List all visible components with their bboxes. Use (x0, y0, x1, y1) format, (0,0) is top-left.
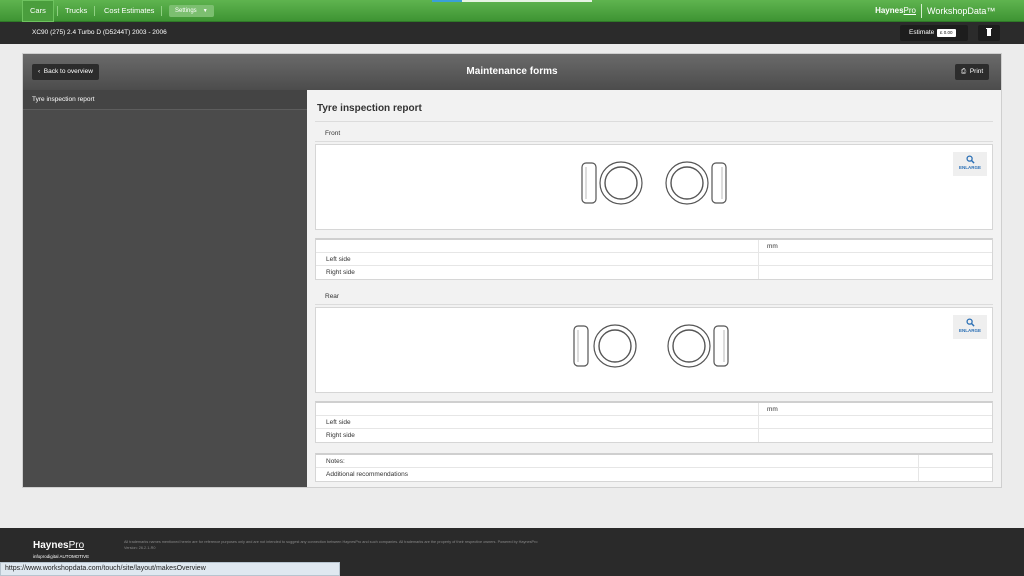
trash-icon (986, 28, 992, 36)
footer-legal: All trademarks names mentioned herein ar… (124, 539, 684, 551)
rear-tyres-image (573, 324, 729, 368)
print-label: Print (969, 68, 984, 75)
rear-measurements-table: mm Left side Right side (315, 401, 993, 443)
table-row: Left side (316, 253, 992, 266)
notes-table: Notes: Additional recommendations (315, 453, 993, 482)
vehicle-title: XC90 (275) 2.4 Turbo D (D5244T) 2003 - 2… (32, 29, 167, 36)
notes-row: Notes: (316, 455, 992, 468)
page-title: Maintenance forms (466, 66, 558, 77)
nav-divider (161, 6, 162, 16)
maintenance-panel: Maintenance forms ‹ Back to overview ⎙ P… (22, 53, 1002, 488)
loading-bar (432, 0, 592, 2)
sidebar: Tyre inspection report (23, 90, 307, 487)
nav-divider (94, 6, 95, 16)
front-tyres-image (581, 161, 727, 205)
row-label: Left side (326, 419, 351, 426)
front-tyre-diagram: ENLARGE (315, 144, 993, 230)
front-enlarge-button[interactable]: ENLARGE (953, 152, 987, 176)
brand-divider (921, 4, 922, 18)
divider (315, 121, 993, 122)
row-label: Right side (326, 269, 355, 276)
trash-button[interactable] (978, 25, 1000, 41)
estimate-label: Estimate (909, 29, 935, 36)
version-text: Version: 26.2.1-R0 (124, 546, 156, 550)
unit-header: mm (758, 240, 994, 252)
footer-logo: HaynesPro (33, 540, 84, 551)
recommendations-row: Additional recommendations (316, 468, 992, 481)
recommendations-field[interactable] (918, 468, 994, 481)
panel-header: Maintenance forms ‹ Back to overview ⎙ P… (23, 54, 1001, 90)
sidebar-item-tyre-inspection[interactable]: Tyre inspection report (23, 90, 307, 110)
browser-status-url: https://www.workshopdata.com/touch/site/… (0, 562, 340, 576)
table-row: Right side (316, 429, 992, 442)
rear-right-mm-field[interactable] (758, 429, 994, 442)
magnifier-icon (965, 318, 975, 327)
table-header-row: mm (316, 403, 992, 416)
brand-pro: Pro (903, 6, 916, 15)
front-section-label: Front (315, 126, 993, 142)
back-label: Back to overview (43, 68, 93, 75)
table-header-row: mm (316, 240, 992, 253)
table-row: Left side (316, 416, 992, 429)
enlarge-label: ENLARGE (958, 328, 981, 333)
product-name: WorkshopData™ (927, 6, 996, 16)
magnifier-icon (965, 155, 975, 164)
tab-cars[interactable]: Cars (22, 0, 54, 22)
rear-enlarge-button[interactable]: ENLARGE (953, 315, 987, 339)
row-label: Left side (326, 256, 351, 263)
rear-tyre-diagram: ENLARGE (315, 307, 993, 393)
print-button[interactable]: ⎙ Print (955, 64, 990, 80)
printer-icon: ⎙ (961, 68, 967, 75)
footer-subbrand: infoprodigital AUTOMOTIVE (33, 554, 90, 559)
front-right-mm-field[interactable] (758, 266, 994, 279)
table-row: Right side (316, 266, 992, 279)
sidebar-item-label: Tyre inspection report (32, 96, 95, 103)
estimate-value: £ 0.00 (937, 29, 956, 37)
front-left-mm-field[interactable] (758, 253, 994, 265)
row-label: Right side (326, 432, 355, 439)
unit-header: mm (758, 403, 994, 415)
form-title: Tyre inspection report (317, 103, 422, 114)
enlarge-label: ENLARGE (958, 165, 981, 170)
form-content: Tyre inspection report Front ENLARGE mm … (307, 90, 1001, 487)
footer-logo-main: Haynes (33, 540, 69, 551)
chevron-down-icon: ▼ (202, 8, 208, 14)
rear-section-label: Rear (315, 289, 993, 305)
brand-main: Haynes (875, 6, 904, 15)
top-navigation: Cars Trucks Cost Estimates Settings ▼ Hay… (0, 0, 1024, 22)
tab-trucks[interactable]: Trucks (57, 0, 95, 22)
settings-label: Settings (175, 8, 197, 14)
settings-dropdown[interactable]: Settings ▼ (169, 5, 214, 17)
vehicle-bar: XC90 (275) 2.4 Turbo D (D5244T) 2003 - 2… (0, 22, 1024, 44)
chevron-left-icon: ‹ (38, 68, 41, 75)
recommendations-label: Additional recommendations (326, 471, 409, 478)
footer-logo-pro: Pro (68, 540, 85, 551)
back-to-overview-button[interactable]: ‹ Back to overview (32, 64, 99, 80)
notes-field[interactable] (918, 455, 994, 467)
estimate-button[interactable]: Estimate £ 0.00 (900, 25, 968, 41)
notes-label: Notes: (326, 458, 345, 465)
tab-cost-estimates[interactable]: Cost Estimates (96, 0, 162, 22)
haynespro-logo: HaynesPro (875, 0, 916, 22)
rear-left-mm-field[interactable] (758, 416, 994, 428)
front-measurements-table: mm Left side Right side (315, 238, 993, 280)
